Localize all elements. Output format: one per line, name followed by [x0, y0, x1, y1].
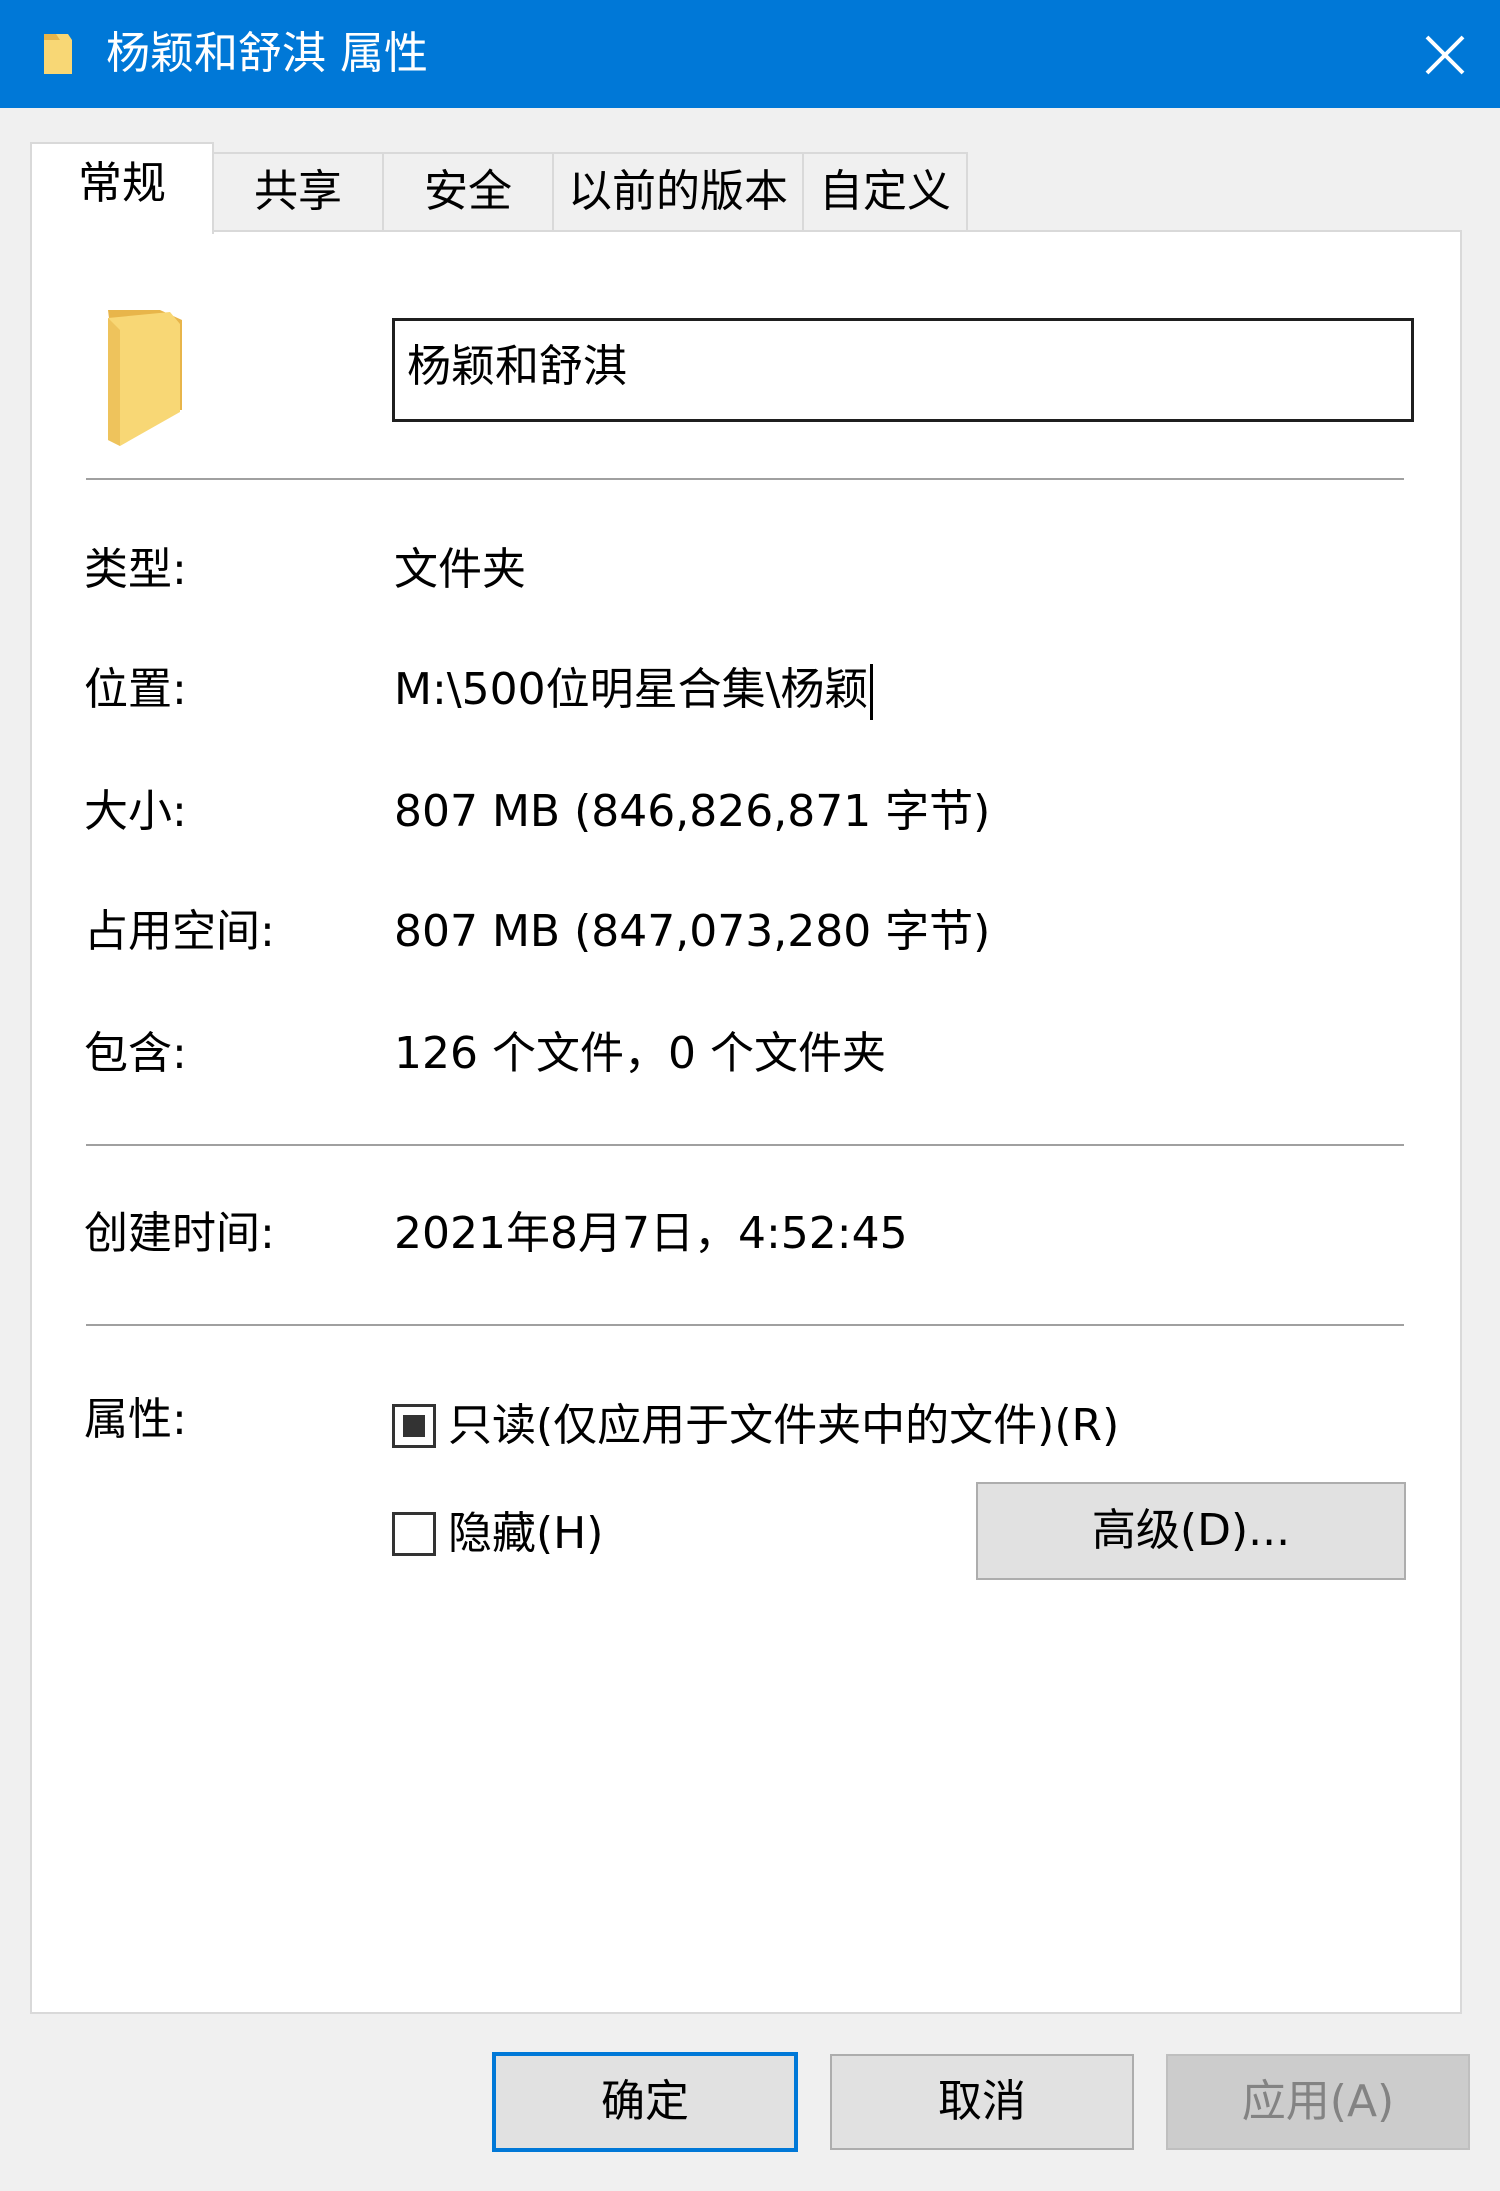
- readonly-checkbox[interactable]: [392, 1404, 436, 1448]
- created-label: 创建时间:: [84, 1208, 275, 1259]
- tab-label: 共享: [254, 166, 342, 217]
- ok-label: 确定: [601, 2076, 689, 2127]
- tab-label: 安全: [424, 166, 512, 217]
- cancel-button[interactable]: 取消: [830, 2054, 1134, 2150]
- text-caret: [870, 664, 874, 720]
- ok-button[interactable]: 确定: [492, 2052, 798, 2152]
- advanced-label: 高级(D)...: [1091, 1505, 1291, 1556]
- created-value: 2021年8月7日，4:52:45: [394, 1208, 908, 1259]
- advanced-button[interactable]: 高级(D)...: [976, 1482, 1406, 1580]
- title-bar: 杨颖和舒淇 属性: [0, 0, 1500, 108]
- close-button[interactable]: [1390, 0, 1500, 108]
- readonly-label: 只读(仅应用于文件夹中的文件)(R): [448, 1400, 1120, 1451]
- apply-button[interactable]: 应用(A): [1166, 2054, 1470, 2150]
- location-value[interactable]: M:\500位明星合集\杨颖: [394, 660, 874, 720]
- readonly-checkbox-row[interactable]: 只读(仅应用于文件夹中的文件)(R): [392, 1396, 1119, 1456]
- divider: [86, 478, 1404, 480]
- tab-sharing[interactable]: 共享: [212, 152, 384, 232]
- hidden-label: 隐藏(H): [448, 1508, 604, 1559]
- hidden-checkbox[interactable]: [392, 1512, 436, 1556]
- attributes-label: 属性:: [84, 1394, 187, 1445]
- tab-label: 以前的版本: [568, 166, 788, 217]
- folder-name-input[interactable]: 杨颖和舒淇: [392, 318, 1414, 422]
- contains-label: 包含:: [84, 1028, 187, 1079]
- window-title: 杨颖和舒淇 属性: [106, 28, 428, 79]
- type-label: 类型:: [84, 544, 187, 595]
- tab-label: 常规: [78, 158, 166, 209]
- tab-general[interactable]: 常规: [30, 142, 214, 234]
- apply-label: 应用(A): [1241, 2076, 1395, 2127]
- size-label: 大小:: [84, 786, 187, 837]
- tab-security[interactable]: 安全: [382, 152, 554, 232]
- contains-value: 126 个文件，0 个文件夹: [394, 1028, 886, 1079]
- folder-icon: [44, 34, 72, 74]
- size-on-disk-value: 807 MB (847,073,280 字节): [394, 906, 991, 957]
- divider: [86, 1324, 1404, 1326]
- size-on-disk-label: 占用空间:: [84, 906, 275, 957]
- tab-previous-versions[interactable]: 以前的版本: [552, 152, 804, 232]
- divider: [86, 1144, 1404, 1146]
- folder-icon: [108, 310, 182, 446]
- size-value: 807 MB (846,826,871 字节): [394, 786, 991, 837]
- tab-strip: 常规 共享 安全 以前的版本 自定义: [30, 142, 1470, 234]
- tab-label: 自定义: [819, 166, 951, 217]
- close-icon: [1425, 35, 1465, 75]
- type-value: 文件夹: [394, 544, 526, 595]
- location-label: 位置:: [84, 664, 187, 715]
- general-panel: [30, 230, 1462, 2014]
- location-text: M:\500位明星合集\杨颖: [394, 664, 869, 715]
- cancel-label: 取消: [938, 2076, 1026, 2127]
- tab-customize[interactable]: 自定义: [802, 152, 968, 232]
- hidden-checkbox-row[interactable]: 隐藏(H): [392, 1504, 603, 1564]
